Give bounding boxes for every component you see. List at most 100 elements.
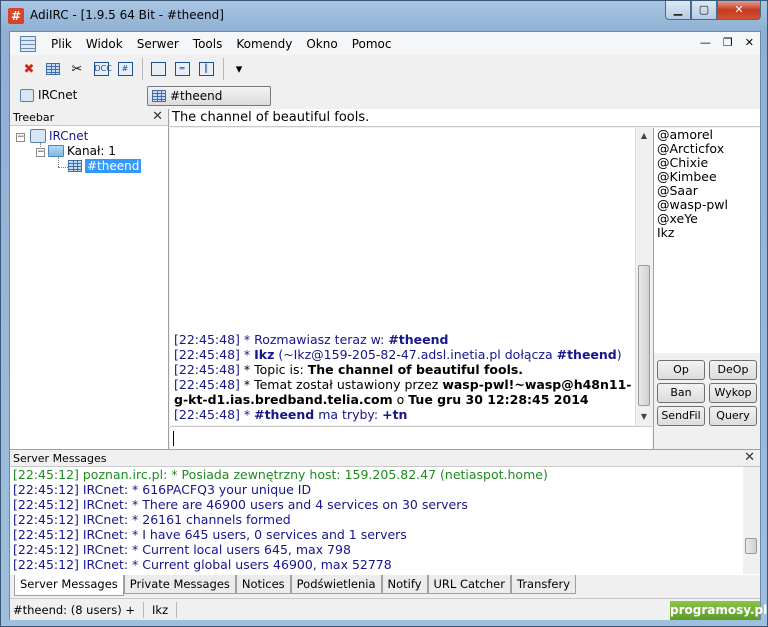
channel-topic[interactable]: The channel of beautiful fools. — [170, 109, 760, 127]
query-button[interactable]: Query — [709, 406, 757, 426]
nick-item[interactable]: @Chixie — [657, 156, 757, 170]
nick-item[interactable]: @Arcticfox — [657, 142, 757, 156]
minimize-button[interactable]: ▁ — [665, 1, 691, 20]
status-nick: Ikz — [152, 602, 169, 617]
chat-timestamp: [22:45:48] — [174, 332, 240, 347]
tree-collapse-icon[interactable]: − — [16, 133, 25, 142]
chat-line: [22:45:48] * #theend ma tryby: +tn — [174, 407, 632, 422]
tab-highlights[interactable]: Podświetlenia — [290, 575, 382, 594]
ban-button[interactable]: Ban — [657, 383, 705, 403]
tab-private-messages[interactable]: Private Messages — [123, 575, 236, 594]
server-messages-header: Server Messages ✕ — [10, 450, 760, 467]
menu-pomoc[interactable]: Pomoc — [345, 37, 399, 51]
message-input[interactable] — [170, 426, 652, 449]
tile-horizontal-icon[interactable]: ═ — [171, 58, 193, 80]
chat-area[interactable]: [22:45:48] * Rozmawiasz teraz w: #theend… — [170, 128, 635, 425]
folder-icon — [48, 145, 64, 157]
scroll-up-icon[interactable]: ▲ — [636, 128, 652, 144]
window-menu-icon[interactable] — [20, 35, 36, 52]
tab-ircnet[interactable]: IRCnet — [20, 88, 77, 102]
window-tabs: IRCnet #theend — [10, 83, 760, 109]
menu-tools[interactable]: Tools — [186, 37, 230, 51]
server-message-line: [22:45:12] IRCnet: * Current global user… — [13, 557, 392, 572]
maximize-button[interactable]: ▢ — [691, 1, 717, 20]
menu-okno[interactable]: Okno — [299, 37, 344, 51]
server-messages-scrollbar[interactable] — [743, 467, 760, 574]
nick-item[interactable]: @xeYe — [657, 212, 757, 226]
menu-plik[interactable]: Plik — [44, 37, 79, 51]
toolbar-separator — [142, 58, 143, 80]
tab-transfers[interactable]: Transfery — [510, 575, 577, 594]
menu-serwer[interactable]: Serwer — [130, 37, 186, 51]
server-messages-title: Server Messages — [13, 452, 107, 465]
op-button[interactable]: Op — [657, 360, 705, 380]
sendfile-button[interactable]: SendFil — [657, 406, 705, 426]
tab-url-catcher[interactable]: URL Catcher — [427, 575, 511, 594]
menu-komendy[interactable]: Komendy — [229, 37, 299, 51]
menu-bar: Plik Widok Serwer Tools Komendy Okno Pom… — [10, 32, 760, 55]
menu-widok[interactable]: Widok — [79, 37, 130, 51]
chat-scrollbar[interactable]: ▲ ▼ — [635, 128, 652, 425]
adiirc-icon[interactable]: # — [8, 8, 24, 24]
bottom-tabs: Server Messages Private Messages Notices… — [10, 575, 760, 597]
tree-node-theend[interactable]: #theend — [68, 159, 142, 173]
server-messages-close-icon[interactable]: ✕ — [744, 450, 755, 465]
channels-list-icon[interactable] — [42, 58, 64, 80]
chat-text: (~Ikz@159-205-82-47.adsl.inetia.pl dołąc… — [274, 347, 557, 362]
toolbar-dropdown-icon[interactable]: ▾ — [228, 58, 250, 80]
tab-notices[interactable]: Notices — [235, 575, 291, 594]
chat-text: * Rozmawiasz teraz w: — [239, 332, 389, 347]
chat-text: * Topic is: — [239, 362, 308, 377]
channel-hash-icon[interactable]: # — [114, 58, 136, 80]
chat-lines: [22:45:48] * Rozmawiasz teraz w: #theend… — [174, 332, 632, 422]
treebar-panel: Treebar ✕ − IRCnet − Kanał: 1 #theend — [10, 109, 169, 449]
channel-icon — [68, 160, 82, 172]
nick-item[interactable]: Ikz — [657, 226, 757, 240]
tree-label-theend: #theend — [85, 159, 142, 173]
chat-timestamp: [22:45:48] — [174, 362, 240, 377]
tab-server-messages[interactable]: Server Messages — [14, 575, 124, 596]
tab-theend[interactable]: #theend — [147, 86, 271, 106]
options-tools-icon[interactable]: ✂ — [66, 58, 88, 80]
chat-text: Ikz — [254, 347, 275, 362]
dcc-icon[interactable]: DCC — [90, 58, 112, 80]
server-icon — [20, 88, 34, 102]
server-message-line: [22:45:12] IRCnet: * Current local users… — [13, 542, 351, 557]
nick-item[interactable]: @wasp-pwl — [657, 198, 757, 212]
nick-item[interactable]: @amorel — [657, 128, 757, 142]
title-bar[interactable]: # AdiIRC - [1.9.5 64 Bit - #theend] ▁ ▢ … — [1, 1, 767, 31]
close-button[interactable]: ✕ — [717, 1, 761, 20]
server-message-lines[interactable]: [22:45:12] poznan.irc.pl: * Posiada zewn… — [13, 467, 743, 572]
tab-notify[interactable]: Notify — [381, 575, 428, 594]
chat-text: o — [392, 392, 409, 407]
tree-label-folder: Kanał: 1 — [67, 144, 116, 158]
tile-vertical-icon[interactable]: ║ — [195, 58, 217, 80]
disconnect-icon[interactable]: ✖ — [18, 58, 40, 80]
nick-item[interactable]: @Kimbee — [657, 170, 757, 184]
mdi-restore-icon[interactable]: ❐ — [723, 36, 733, 49]
scroll-thumb[interactable] — [745, 538, 757, 554]
tree-collapse-icon[interactable]: − — [36, 148, 45, 157]
nick-list[interactable]: @amorel @Arcticfox @Chixie @Kimbee @Saar… — [653, 128, 760, 353]
chat-timestamp: [22:45:48] — [174, 347, 240, 362]
tree-node-ircnet[interactable]: IRCnet — [30, 129, 88, 143]
mdi-close-icon[interactable]: ✕ — [745, 36, 754, 49]
treebar-close-icon[interactable]: ✕ — [152, 109, 163, 124]
nick-item[interactable]: @Saar — [657, 184, 757, 198]
server-icon — [30, 129, 46, 143]
server-message-line: [22:45:12] IRCnet: * I have 645 users, 0… — [13, 527, 407, 542]
deop-button[interactable]: DeOp — [709, 360, 757, 380]
scroll-down-icon[interactable]: ▼ — [636, 409, 652, 425]
scroll-thumb[interactable] — [638, 265, 650, 406]
tree-node-folder[interactable]: Kanał: 1 — [48, 144, 116, 158]
server-message-line: [22:45:12] IRCnet: * 26161 channels form… — [13, 512, 291, 527]
tree-label-ircnet: IRCnet — [49, 129, 89, 143]
tab-ircnet-label: IRCnet — [38, 88, 78, 102]
chat-line: [22:45:48] * Topic is: The channel of be… — [174, 362, 632, 377]
mdi-minimize-icon[interactable]: — — [700, 36, 711, 49]
chat-line: [22:45:48] * Rozmawiasz teraz w: #theend — [174, 332, 632, 347]
cascade-windows-icon[interactable] — [147, 58, 169, 80]
chat-text: #theend — [254, 407, 315, 422]
kick-button[interactable]: Wykop — [709, 383, 757, 403]
treebar-header: Treebar ✕ — [10, 109, 168, 126]
